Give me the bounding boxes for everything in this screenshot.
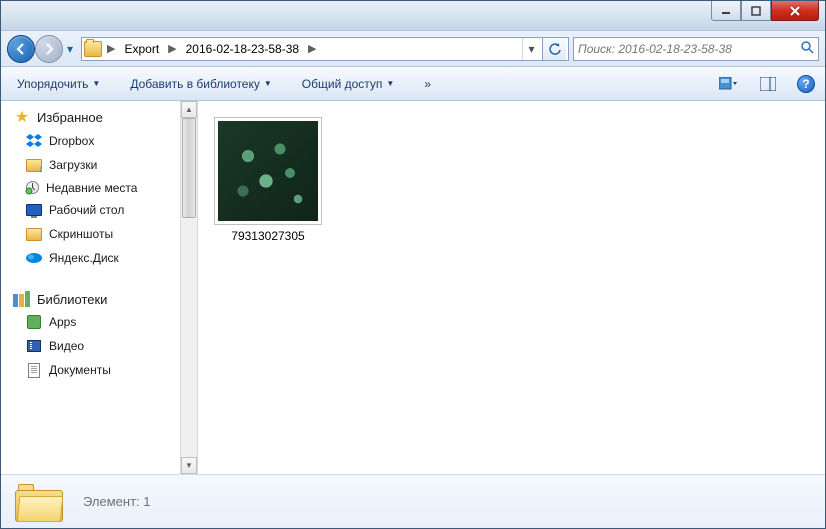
refresh-button[interactable]	[542, 38, 566, 60]
titlebar	[1, 1, 825, 31]
sidebar-label: Загрузки	[49, 158, 97, 172]
address-dropdown[interactable]: ▾	[522, 38, 540, 60]
downloads-icon	[25, 156, 43, 174]
body: ★ Избранное Dropbox Загрузки	[1, 101, 825, 474]
add-to-library-button[interactable]: Добавить в библиотеку▼	[124, 73, 277, 95]
address-bar[interactable]: ▶ Export ▶ 2016-02-18-23-58-38 ▶ ▾	[81, 37, 569, 61]
sidebar-label: Рабочий стол	[49, 203, 124, 217]
sidebar-item-yandexdisk[interactable]: Яндекс.Диск	[7, 246, 181, 270]
folder-icon	[25, 225, 43, 243]
yandexdisk-icon	[25, 249, 43, 267]
documents-icon	[25, 361, 43, 379]
sidebar-label: Библиотеки	[37, 292, 107, 307]
minimize-button[interactable]	[711, 1, 741, 21]
help-button[interactable]: ?	[797, 75, 815, 93]
sidebar-item-screenshots[interactable]: Скриншоты	[7, 222, 181, 246]
folder-large-icon	[15, 482, 63, 522]
scroll-down-button[interactable]: ▼	[181, 457, 197, 474]
sidebar-label: Скриншоты	[49, 227, 113, 241]
sidebar-item-video[interactable]: Видео	[7, 334, 181, 358]
status-text: Элемент: 1	[83, 494, 150, 509]
sidebar-favorites-header[interactable]: ★ Избранное	[7, 105, 181, 129]
nav-history-dropdown[interactable]: ▾	[63, 36, 77, 62]
sidebar-item-recent[interactable]: Недавние места	[7, 177, 181, 198]
sidebar: ★ Избранное Dropbox Загрузки	[1, 101, 198, 474]
navbar: ▾ ▶ Export ▶ 2016-02-18-23-58-38 ▶ ▾	[1, 31, 825, 67]
sidebar-item-downloads[interactable]: Загрузки	[7, 153, 181, 177]
share-button[interactable]: Общий доступ▼	[296, 73, 401, 95]
scroll-thumb[interactable]	[182, 118, 196, 218]
sidebar-label: Недавние места	[46, 181, 137, 195]
file-name: 79313027305	[231, 229, 304, 243]
sidebar-label: Dropbox	[49, 134, 94, 148]
chevron-right-icon[interactable]: ▶	[165, 42, 179, 55]
back-button[interactable]	[7, 35, 35, 63]
file-thumbnail	[214, 117, 322, 225]
chevron-right-icon[interactable]: ▶	[305, 42, 319, 55]
file-item[interactable]: 79313027305	[210, 113, 326, 247]
sidebar-label: Яндекс.Диск	[49, 251, 119, 265]
sidebar-label: Apps	[49, 315, 76, 329]
preview-pane-button[interactable]	[757, 73, 779, 95]
sidebar-item-documents[interactable]: Документы	[7, 358, 181, 382]
sidebar-scrollbar[interactable]: ▲ ▼	[180, 101, 197, 474]
overflow-button[interactable]: »	[418, 73, 437, 95]
sidebar-item-apps[interactable]: Apps	[7, 310, 181, 334]
close-button[interactable]	[771, 1, 819, 21]
maximize-button[interactable]	[741, 1, 771, 21]
sidebar-label: Избранное	[37, 110, 103, 125]
apps-icon	[25, 313, 43, 331]
search-box[interactable]	[573, 37, 819, 61]
video-icon	[25, 337, 43, 355]
view-button[interactable]	[717, 73, 739, 95]
thumbnail-image	[218, 121, 318, 221]
sidebar-libraries-header[interactable]: Библиотеки	[7, 288, 181, 310]
sidebar-label: Видео	[49, 339, 84, 353]
sidebar-item-desktop[interactable]: Рабочий стол	[7, 198, 181, 222]
folder-icon	[84, 41, 102, 57]
search-input[interactable]	[578, 42, 800, 56]
sidebar-item-dropbox[interactable]: Dropbox	[7, 129, 181, 153]
toolbar: Упорядочить▼ Добавить в библиотеку▼ Общи…	[1, 67, 825, 101]
breadcrumb-export[interactable]: Export	[120, 40, 163, 58]
desktop-icon	[25, 201, 43, 219]
breadcrumb-folder[interactable]: 2016-02-18-23-58-38	[182, 40, 303, 58]
libraries-icon	[13, 291, 31, 307]
chevron-right-icon[interactable]: ▶	[104, 42, 118, 55]
search-icon[interactable]	[800, 40, 814, 57]
forward-button[interactable]	[35, 35, 63, 63]
scroll-up-button[interactable]: ▲	[181, 101, 197, 118]
statusbar: Элемент: 1	[1, 474, 825, 528]
explorer-window: ▾ ▶ Export ▶ 2016-02-18-23-58-38 ▶ ▾ Упо…	[0, 0, 826, 529]
organize-button[interactable]: Упорядочить▼	[11, 73, 106, 95]
recent-icon	[25, 180, 40, 195]
star-icon: ★	[13, 108, 31, 126]
dropbox-icon	[25, 132, 43, 150]
sidebar-label: Документы	[49, 363, 111, 377]
content-area[interactable]: 79313027305	[198, 101, 825, 474]
